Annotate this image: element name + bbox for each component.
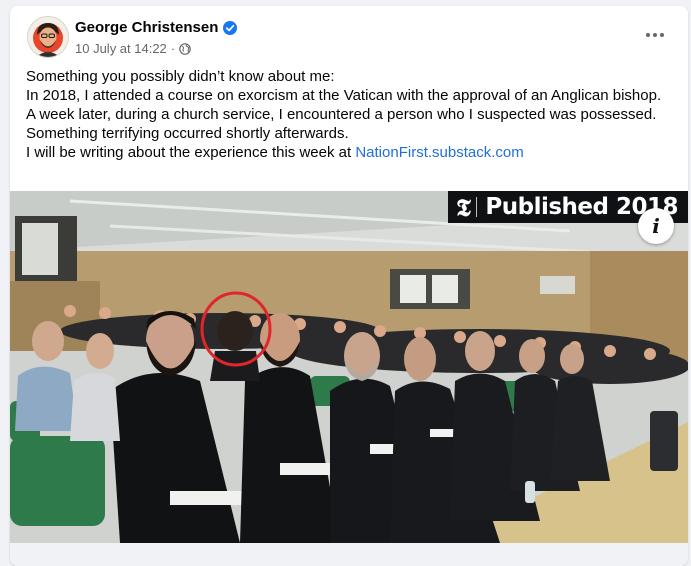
nyt-logo-icon: 𝕿: [456, 192, 471, 222]
post-line: In 2018, I attended a course on exorcism…: [26, 87, 662, 104]
avatar-illustration: [28, 17, 68, 57]
verified-badge-icon: [223, 20, 238, 35]
conference-hall-photo: [10, 191, 688, 543]
info-icon: i: [652, 214, 660, 238]
more-dot-icon: [646, 33, 650, 37]
author-avatar[interactable]: [27, 16, 69, 58]
post-header: George Christensen 10 July at 14:22 ·: [27, 16, 667, 60]
globe-icon[interactable]: [179, 42, 191, 55]
post-text: Something you possibly didn’t know about…: [26, 67, 681, 162]
post-line-prefix: I will be writing about the experience t…: [26, 144, 356, 161]
more-options-button[interactable]: [643, 28, 667, 42]
badge-divider: [476, 197, 478, 217]
post-date[interactable]: 10 July at 14:22: [75, 41, 167, 56]
post-line: Something terrifying occurred shortly af…: [26, 125, 349, 142]
post-meta: 10 July at 14:22 ·: [75, 41, 191, 56]
post-line-with-link: I will be writing about the experience t…: [26, 143, 681, 162]
post-line: Something you possibly didn’t know about…: [26, 68, 335, 85]
post-line: A week later, during a church service, I…: [26, 106, 657, 123]
post-card: George Christensen 10 July at 14:22 · So…: [10, 6, 688, 566]
info-button[interactable]: i: [638, 208, 674, 244]
post-footer-divider: [10, 543, 688, 566]
substack-link[interactable]: NationFirst.substack.com: [355, 144, 523, 161]
author-name[interactable]: George Christensen: [75, 19, 238, 36]
author-name-text[interactable]: George Christensen: [75, 19, 218, 36]
post-photo[interactable]: 𝕿 Published 2018 i: [10, 191, 688, 543]
meta-separator: ·: [170, 41, 176, 56]
more-dot-icon: [660, 33, 664, 37]
more-dot-icon: [653, 33, 657, 37]
